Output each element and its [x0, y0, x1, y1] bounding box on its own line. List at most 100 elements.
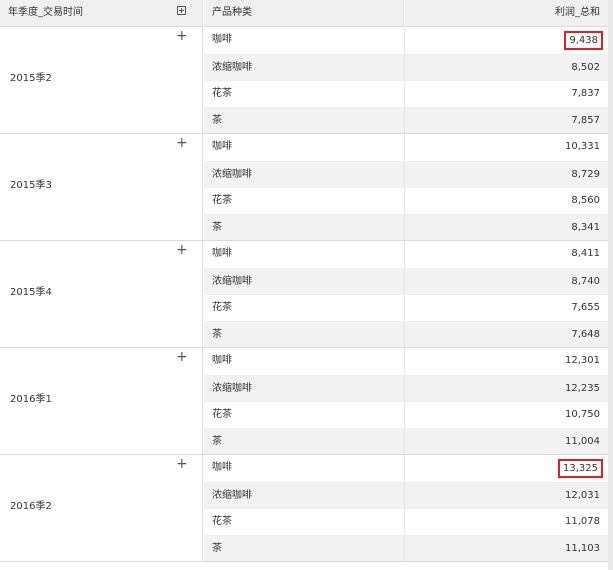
quarter-group: +2015季2 咖啡 9,438 浓缩咖啡 8,502 花茶 7,837 茶 7,857 — [0, 27, 613, 134]
product-name-cell: 浓缩咖啡 — [212, 489, 252, 501]
product-rows: 咖啡 9,438 浓缩咖啡 8,502 花茶 7,837 茶 7,857 — [204, 27, 608, 133]
product-name-cell: 花茶 — [212, 409, 232, 420]
table-row[interactable]: 浓缩咖啡 8,729 — [204, 160, 608, 187]
product-name-cell: 茶 — [212, 328, 222, 340]
table-row[interactable]: 茶 8,341 — [204, 213, 608, 240]
table-row[interactable]: 花茶 8,560 — [204, 187, 608, 214]
product-name-cell: 花茶 — [212, 88, 232, 99]
profit-value-cell: 10,331 — [565, 141, 600, 152]
product-name-cell: 咖啡 — [212, 141, 232, 152]
plus-icon[interactable]: + — [176, 457, 188, 471]
table-row[interactable]: 浓缩咖啡 12,235 — [204, 374, 608, 401]
product-name-cell: 花茶 — [212, 516, 232, 527]
table-row[interactable]: 浓缩咖啡 8,502 — [204, 53, 608, 80]
profit-value-cell: 7,655 — [571, 302, 600, 313]
product-rows: 咖啡 10,331 浓缩咖啡 8,729 花茶 8,560 茶 8,341 — [204, 134, 608, 240]
column-header-profit[interactable]: 利润_总和 — [405, 0, 608, 27]
column-divider — [404, 241, 405, 268]
quarter-label: 2015季3 — [10, 180, 52, 191]
column-divider — [404, 27, 405, 54]
profit-value-cell: 7,857 — [571, 114, 600, 126]
quarter-cell: +2015季4 — [0, 241, 203, 347]
product-name-cell: 花茶 — [212, 195, 232, 206]
product-name-cell: 咖啡 — [212, 462, 232, 473]
plus-icon[interactable]: + — [176, 136, 188, 150]
column-divider — [404, 455, 405, 482]
quarter-label: 2015季4 — [10, 287, 52, 298]
profit-value-cell: 11,004 — [565, 435, 600, 447]
product-name-cell: 茶 — [212, 221, 222, 233]
table-row[interactable]: 浓缩咖啡 12,031 — [204, 481, 608, 508]
column-divider — [404, 54, 405, 80]
product-name-cell: 咖啡 — [212, 355, 232, 366]
table-row[interactable]: 咖啡 10,331 — [204, 134, 608, 161]
table-row[interactable]: 咖啡 12,301 — [204, 348, 608, 375]
profit-value-cell: 12,301 — [565, 355, 600, 366]
quarter-cell: +2016季2 — [0, 455, 203, 561]
product-name-cell: 茶 — [212, 435, 222, 447]
table-row[interactable]: 花茶 7,837 — [204, 80, 608, 107]
product-name-cell: 茶 — [212, 542, 222, 554]
column-divider — [404, 402, 405, 428]
profit-value-cell: 8,560 — [571, 195, 600, 206]
column-divider — [404, 161, 405, 187]
product-name-cell: 咖啡 — [212, 34, 232, 45]
product-name-cell: 浓缩咖啡 — [212, 382, 252, 394]
quarter-cell: +2015季3 — [0, 134, 203, 240]
column-divider — [404, 321, 405, 347]
product-name-cell: 浓缩咖啡 — [212, 168, 252, 180]
table-row[interactable]: 茶 7,648 — [204, 320, 608, 347]
quarter-group: +2015季3 咖啡 10,331 浓缩咖啡 8,729 花茶 8,560 茶 8,341 — [0, 134, 613, 241]
table-row[interactable]: 咖啡 13,325 — [204, 455, 608, 482]
table-row[interactable]: 咖啡 8,411 — [204, 241, 608, 268]
column-divider — [404, 268, 405, 294]
column-divider — [404, 375, 405, 401]
product-name-cell: 咖啡 — [212, 248, 232, 259]
product-rows: 咖啡 13,325 浓缩咖啡 12,031 花茶 11,078 茶 11,103 — [204, 455, 608, 561]
table-row[interactable]: 花茶 7,655 — [204, 294, 608, 321]
table-row[interactable]: 茶 11,103 — [204, 534, 608, 561]
plus-icon[interactable]: + — [176, 350, 188, 364]
plus-icon[interactable]: + — [176, 29, 188, 43]
profit-value-cell: 11,078 — [565, 516, 600, 527]
product-name-cell: 花茶 — [212, 302, 232, 313]
column-divider — [404, 134, 405, 161]
quarter-cell: +2016季1 — [0, 348, 203, 454]
column-divider — [404, 295, 405, 321]
table-row[interactable]: 花茶 11,078 — [204, 508, 608, 535]
column-divider — [404, 214, 405, 240]
profit-value-cell: 8,729 — [571, 168, 600, 180]
quarter-cell: +2015季2 — [0, 27, 203, 133]
profit-value-cell: 8,502 — [571, 61, 600, 73]
product-name-cell: 茶 — [212, 114, 222, 126]
column-header-product-label: 产品种类 — [212, 7, 252, 18]
quarter-group: +2015季4 咖啡 8,411 浓缩咖啡 8,740 花茶 7,655 茶 7,648 — [0, 241, 613, 348]
table-row[interactable]: 浓缩咖啡 8,740 — [204, 267, 608, 294]
column-divider — [404, 509, 405, 535]
column-divider — [404, 482, 405, 508]
table-row[interactable]: 咖啡 9,438 — [204, 27, 608, 54]
plus-square-icon[interactable] — [177, 6, 186, 15]
profit-value-cell: 8,341 — [571, 221, 600, 233]
table-row[interactable]: 茶 7,857 — [204, 106, 608, 133]
profit-value-cell: 7,648 — [571, 328, 600, 340]
profit-value-cell: 7,837 — [571, 88, 600, 99]
column-divider — [404, 188, 405, 214]
table-row[interactable]: 花茶 10,750 — [204, 401, 608, 428]
profit-value-cell: 12,031 — [565, 489, 600, 501]
column-header-product[interactable]: 产品种类 — [204, 0, 404, 27]
column-divider — [404, 81, 405, 107]
table-row[interactable]: 茶 11,004 — [204, 427, 608, 454]
plus-icon[interactable]: + — [176, 243, 188, 257]
product-name-cell: 浓缩咖啡 — [212, 61, 252, 73]
profit-value-cell: 8,411 — [571, 248, 600, 259]
profit-value-cell: 8,740 — [571, 275, 600, 287]
column-header-profit-label: 利润_总和 — [555, 7, 600, 18]
highlighted-profit-cell: 13,325 — [558, 459, 603, 478]
quarter-label: 2016季2 — [10, 501, 52, 512]
vertical-scrollbar[interactable] — [608, 0, 613, 570]
profit-value-cell: 12,235 — [565, 382, 600, 394]
column-header-quarter[interactable]: 年季度_交易时间 — [0, 0, 203, 27]
column-divider — [404, 348, 405, 375]
highlighted-profit-cell: 9,438 — [564, 31, 603, 50]
